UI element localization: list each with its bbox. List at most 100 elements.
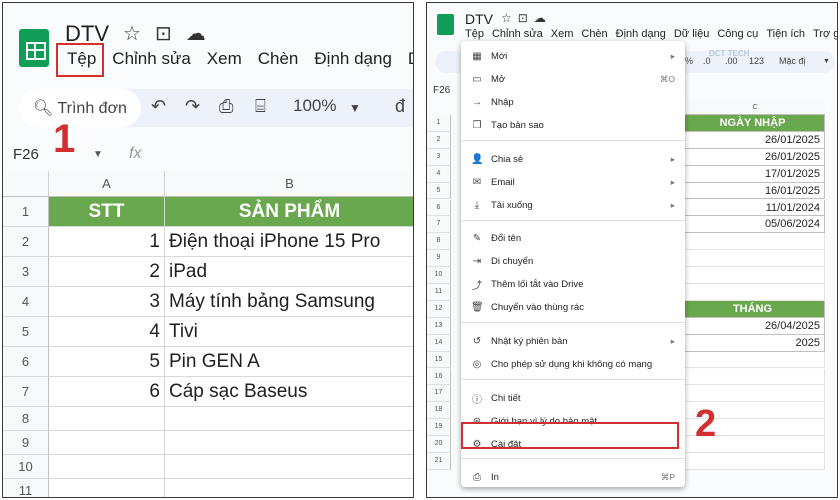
menu-file[interactable]: Tệp: [465, 28, 484, 40]
menu-search[interactable]: 🔍︎ Trình đơn: [19, 89, 141, 127]
empty-cell[interactable]: [49, 431, 165, 455]
empty-cell[interactable]: [685, 267, 825, 284]
menu-insert[interactable]: Chèn: [256, 49, 301, 69]
row-header[interactable]: 3: [427, 148, 451, 166]
undo-icon[interactable]: ↶: [151, 96, 166, 117]
file-menu-item[interactable]: ✉ Email ▸: [461, 171, 685, 193]
number-format-button[interactable]: 123: [749, 56, 764, 66]
row-header[interactable]: 5: [3, 317, 49, 347]
menu-edit[interactable]: Chỉnh sửa: [492, 28, 543, 40]
row-header[interactable]: 20: [427, 436, 451, 453]
row-header[interactable]: 13: [427, 317, 451, 335]
empty-cell[interactable]: [165, 431, 413, 455]
document-title[interactable]: DTV: [465, 11, 493, 27]
row-header[interactable]: 5: [427, 182, 451, 200]
percent-format-button[interactable]: %: [685, 56, 693, 66]
decrease-decimal-button[interactable]: .0: [703, 56, 711, 66]
file-menu-item[interactable]: ⤴ Thêm lối tắt vào Drive: [461, 273, 685, 295]
file-menu-item[interactable]: 🗑 Chuyển vào thùng rác: [461, 296, 685, 318]
cell-stt[interactable]: 6: [49, 377, 165, 407]
cell-stt[interactable]: 2: [49, 257, 165, 287]
empty-cell[interactable]: [49, 455, 165, 479]
increase-decimal-button[interactable]: .00: [725, 56, 738, 66]
row-header[interactable]: 17: [427, 385, 451, 403]
paint-format-icon[interactable]: ⌸: [255, 96, 266, 117]
row-header[interactable]: 1: [3, 197, 49, 227]
cloud-icon[interactable]: ☁: [534, 11, 552, 25]
file-menu-item[interactable]: ↺ Nhật ký phiên bản ▸: [461, 330, 685, 352]
name-box-dropdown-icon[interactable]: ▼: [93, 149, 103, 160]
row-header[interactable]: 7: [427, 216, 451, 234]
empty-cell[interactable]: [685, 250, 825, 268]
empty-cell[interactable]: [165, 455, 413, 479]
row-header[interactable]: 8: [427, 233, 451, 251]
row-header[interactable]: 4: [3, 287, 49, 317]
empty-cell[interactable]: [165, 479, 413, 497]
column-header-a[interactable]: A: [49, 171, 165, 197]
empty-cell[interactable]: [685, 351, 825, 369]
cell-date[interactable]: 26/01/2025: [685, 131, 825, 149]
row-header[interactable]: 19: [427, 419, 451, 437]
cell-header-product[interactable]: SẢN PHẨM: [165, 197, 413, 227]
cell-product[interactable]: Cáp sạc Baseus: [165, 377, 413, 407]
row-header[interactable]: 10: [427, 267, 451, 284]
row-header[interactable]: 9: [3, 431, 49, 455]
row-header[interactable]: 4: [427, 165, 451, 183]
row-header[interactable]: 15: [427, 351, 451, 369]
google-sheets-logo-icon[interactable]: [19, 29, 49, 67]
cell-product[interactable]: Pin GEN A: [165, 347, 413, 377]
folder-move-icon[interactable]: ⊡: [518, 11, 534, 25]
file-menu-item[interactable]: ⤓ Tải xuống ▸: [461, 194, 685, 216]
empty-cell[interactable]: [685, 385, 825, 403]
file-menu-item[interactable]: 👤 Chia sẻ ▸: [461, 148, 685, 170]
google-sheets-logo-icon[interactable]: [437, 14, 454, 35]
folder-move-icon[interactable]: ⊡: [155, 23, 186, 45]
cell-product[interactable]: Tivi: [165, 317, 413, 347]
cell-stt[interactable]: 5: [49, 347, 165, 377]
file-menu-item[interactable]: ▭ Mở ⌘O: [461, 68, 685, 90]
cloud-icon[interactable]: ☁: [186, 23, 220, 45]
row-header[interactable]: 12: [427, 300, 451, 318]
row-header[interactable]: 1: [427, 115, 451, 132]
menu-edit[interactable]: Chỉnh sửa: [110, 49, 192, 69]
star-icon[interactable]: ☆: [123, 23, 155, 45]
file-menu-item[interactable]: ⇥ Di chuyển: [461, 250, 685, 272]
menu-data[interactable]: D: [406, 49, 413, 69]
row-header[interactable]: 8: [3, 407, 49, 431]
menu-data[interactable]: Dữ liệu: [674, 28, 710, 40]
menu-tools[interactable]: Công cụ: [717, 28, 758, 40]
font-dropdown-icon[interactable]: ▼: [823, 58, 830, 65]
empty-cell[interactable]: [685, 233, 825, 251]
empty-cell[interactable]: [685, 284, 825, 301]
empty-cell[interactable]: [685, 368, 825, 386]
row-header[interactable]: 6: [3, 347, 49, 377]
row-header[interactable]: 2: [3, 227, 49, 257]
empty-cell[interactable]: [49, 407, 165, 431]
cell-product[interactable]: Điện thoại iPhone 15 Pro: [165, 227, 413, 257]
cell-date[interactable]: 16/01/2025: [685, 182, 825, 200]
row-header[interactable]: 16: [427, 368, 451, 386]
file-menu-item[interactable]: ✎ Đổi tên: [461, 227, 685, 249]
name-box[interactable]: F26: [13, 146, 39, 163]
cell-date[interactable]: 26/01/2025: [685, 148, 825, 166]
row-header[interactable]: 21: [427, 453, 451, 470]
row-header[interactable]: 3: [3, 257, 49, 287]
cell-header[interactable]: THÁNG: [685, 300, 825, 318]
cell-date[interactable]: 2025: [685, 334, 825, 352]
file-menu-item[interactable]: ◎ Cho phép sử dụng khi không có mạng: [461, 353, 685, 375]
row-header[interactable]: 2: [427, 131, 451, 149]
file-menu-item[interactable]: ❐ Tạo bản sao: [461, 114, 685, 136]
cell-header-stt[interactable]: STT: [49, 197, 165, 227]
file-menu-item[interactable]: → Nhập: [461, 91, 685, 113]
menu-view[interactable]: Xem: [205, 49, 244, 69]
redo-icon[interactable]: ↷: [185, 96, 200, 117]
print-icon[interactable]: ⎙: [219, 96, 233, 117]
empty-cell[interactable]: [49, 479, 165, 497]
column-header-b[interactable]: B: [165, 171, 413, 197]
row-header[interactable]: 18: [427, 402, 451, 420]
cell-stt[interactable]: 4: [49, 317, 165, 347]
cell-stt[interactable]: 1: [49, 227, 165, 257]
cell-header[interactable]: NGÀY NHẬP: [685, 115, 825, 132]
cell-date[interactable]: 05/06/2024: [685, 216, 825, 234]
cell-date[interactable]: 26/04/2025: [685, 317, 825, 335]
